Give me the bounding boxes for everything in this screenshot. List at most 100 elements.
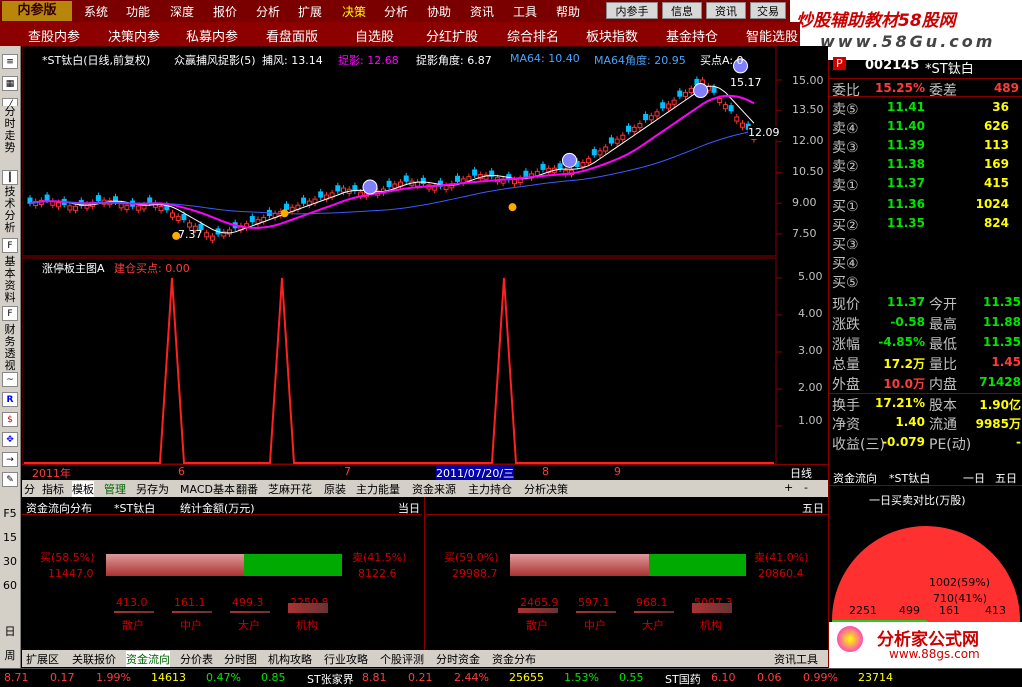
nav-market-board[interactable]: 看盘面版 — [266, 26, 318, 45]
tab-intraday[interactable]: 分时图 — [224, 651, 257, 667]
tab-template[interactable]: 模板 — [72, 481, 94, 497]
trade-button[interactable]: 交易 — [750, 2, 786, 19]
high-annotation: 15.17 — [730, 76, 762, 89]
order-volume: 1024 — [975, 197, 1009, 211]
vtab-fundamental[interactable]: 基本资料 — [2, 256, 18, 304]
pie-five-day-button[interactable]: 五日 — [995, 470, 1017, 486]
menu-decision[interactable]: 决策 — [342, 3, 366, 20]
tab-macd[interactable]: MACD基本 — [180, 481, 235, 497]
fio-icon[interactable]: F — [2, 238, 18, 253]
list-icon[interactable]: ≡ — [2, 54, 18, 69]
candle — [181, 213, 187, 221]
candle — [608, 137, 614, 144]
tab-price-table[interactable]: 分价表 — [180, 651, 213, 667]
pie-bar-label: 161 — [939, 604, 960, 617]
order-book-row: 买④ — [829, 252, 1022, 272]
tab-original[interactable]: 原装 — [324, 481, 346, 497]
tab-indicator[interactable]: 指标 — [42, 481, 64, 497]
quote-stat-row: 涨跌 -0.58 最高 11.88 — [829, 313, 1022, 333]
pen-icon[interactable]: ✎ — [2, 472, 18, 487]
menu-depth[interactable]: 深度 — [170, 3, 194, 20]
kline-chart[interactable] — [22, 46, 828, 464]
stat-value-2: - — [1016, 435, 1021, 449]
period-15[interactable]: 15 — [2, 532, 18, 544]
stat-value-2: 11.35 — [983, 335, 1021, 349]
info-button[interactable]: 信息 — [662, 2, 702, 19]
tab-intraday-fund[interactable]: 分时资金 — [436, 651, 480, 667]
nav-private-insider[interactable]: 私募内参 — [186, 26, 238, 45]
period-60[interactable]: 60 — [2, 580, 18, 592]
tab-related-quote[interactable]: 关联报价 — [72, 651, 116, 667]
tab-analysis-decision[interactable]: 分析决策 — [524, 481, 568, 497]
tab-fund-distribution[interactable]: 资金分布 — [492, 651, 536, 667]
zoom-in-button[interactable]: + — [784, 481, 793, 494]
nav-ranking[interactable]: 综合排名 — [507, 26, 559, 45]
flow-left-sell-val: 8122.6 — [358, 567, 397, 580]
macd-icon[interactable]: ~ — [2, 372, 18, 387]
tab-main-holding[interactable]: 主力持仓 — [468, 481, 512, 497]
menu-system[interactable]: 系统 — [84, 3, 108, 20]
insider-button[interactable]: 内参手 — [606, 2, 658, 19]
tab-industry[interactable]: 行业攻略 — [324, 651, 368, 667]
menu-help[interactable]: 帮助 — [556, 3, 580, 20]
nav-watchlist[interactable]: 自选股 — [355, 26, 394, 45]
chart-label-buypoint: 买点A: 0 — [700, 54, 744, 67]
stat-value: 17.21% — [875, 396, 925, 410]
menu-news[interactable]: 资讯 — [470, 3, 494, 20]
vtab-technical[interactable]: 技术分析 — [2, 186, 18, 236]
f10-icon[interactable]: F — [2, 306, 18, 321]
ticker-bar: 8.71 0.17 1.99% 14613 0.47% 0.85 ST张家界 8.81 0.21… — [0, 668, 1022, 686]
period-f5[interactable]: F5 — [2, 508, 18, 520]
tab-stock-review[interactable]: 个股评测 — [380, 651, 424, 667]
nav-dividend[interactable]: 分红扩股 — [426, 26, 478, 45]
nav-smart-pick[interactable]: 智能选股 — [746, 26, 798, 45]
pie-tab[interactable]: 资金流向 — [833, 470, 877, 486]
ticker-item: 1.53% — [564, 671, 599, 684]
tab-main-energy[interactable]: 主力能量 — [356, 481, 400, 497]
nav-sector-index[interactable]: 板块指数 — [586, 26, 638, 45]
rsi-icon[interactable]: R — [2, 392, 18, 407]
menu-analysis[interactable]: 分析 — [256, 3, 280, 20]
nav-decision-insider[interactable]: 决策内参 — [108, 26, 160, 45]
tab-money-flow[interactable]: 资金流向 — [126, 651, 170, 667]
menu-quote[interactable]: 报价 — [213, 3, 237, 20]
candle — [631, 126, 637, 133]
stat-label-2: 量比 — [929, 357, 957, 373]
price-tick: 13.50 — [792, 103, 824, 116]
news-button[interactable]: 资讯 — [706, 2, 746, 19]
money-flow-pie-panel: 资金流向 *ST钛白 一日 五日 一日买卖对比(万股) 1002(59%) 71… — [828, 468, 1022, 668]
menu-help-assist[interactable]: 协助 — [427, 3, 451, 20]
zoom-out-button[interactable]: - — [804, 481, 808, 494]
tab-fund-source[interactable]: 资金来源 — [412, 481, 456, 497]
export-icon[interactable]: → — [2, 452, 18, 467]
period-week[interactable]: 周 — [2, 650, 18, 662]
order-level-label: 买① — [832, 199, 859, 215]
nav-stock-insider[interactable]: 查股内参 — [28, 26, 80, 45]
tab-manage[interactable]: 管理 — [104, 481, 126, 497]
tab-double[interactable]: 翻番 — [236, 481, 258, 497]
menu-analysis-2[interactable]: 分析 — [384, 3, 408, 20]
tab-extension[interactable]: 扩展区 — [26, 651, 59, 667]
tab-institution[interactable]: 机构攻略 — [268, 651, 312, 667]
period-30[interactable]: 30 — [2, 556, 18, 568]
menu-tools[interactable]: 工具 — [513, 3, 537, 20]
kline-chart-panel[interactable]: *ST钛白(日线,前复权) 众赢捕风捉影(5) 捕风: 13.14 捉影: 12… — [22, 46, 828, 464]
candle — [683, 91, 688, 97]
tab-news-tools[interactable]: 资讯工具 — [774, 651, 818, 667]
tab-sesame[interactable]: 芝麻开花 — [268, 481, 312, 497]
menu-function[interactable]: 功能 — [126, 3, 150, 20]
candle — [734, 116, 740, 122]
vtab-intraday[interactable]: 分时走势 — [2, 106, 18, 168]
period-day[interactable]: 日 — [2, 626, 18, 638]
candle — [209, 235, 215, 241]
tab-fen[interactable]: 分 — [24, 481, 35, 497]
nav-fund-holding[interactable]: 基金持仓 — [666, 26, 718, 45]
kline-icon[interactable]: ┃ — [2, 170, 18, 185]
money-icon[interactable]: $ — [2, 412, 18, 427]
tab-save-as[interactable]: 另存为 — [136, 481, 169, 497]
move-icon[interactable]: ✥ — [2, 432, 18, 447]
grid-icon[interactable]: ▦ — [2, 76, 18, 91]
vtab-finance[interactable]: 财务透视 — [2, 324, 18, 372]
pie-one-day-button[interactable]: 一日 — [963, 470, 985, 486]
menu-extend[interactable]: 扩展 — [298, 3, 322, 20]
